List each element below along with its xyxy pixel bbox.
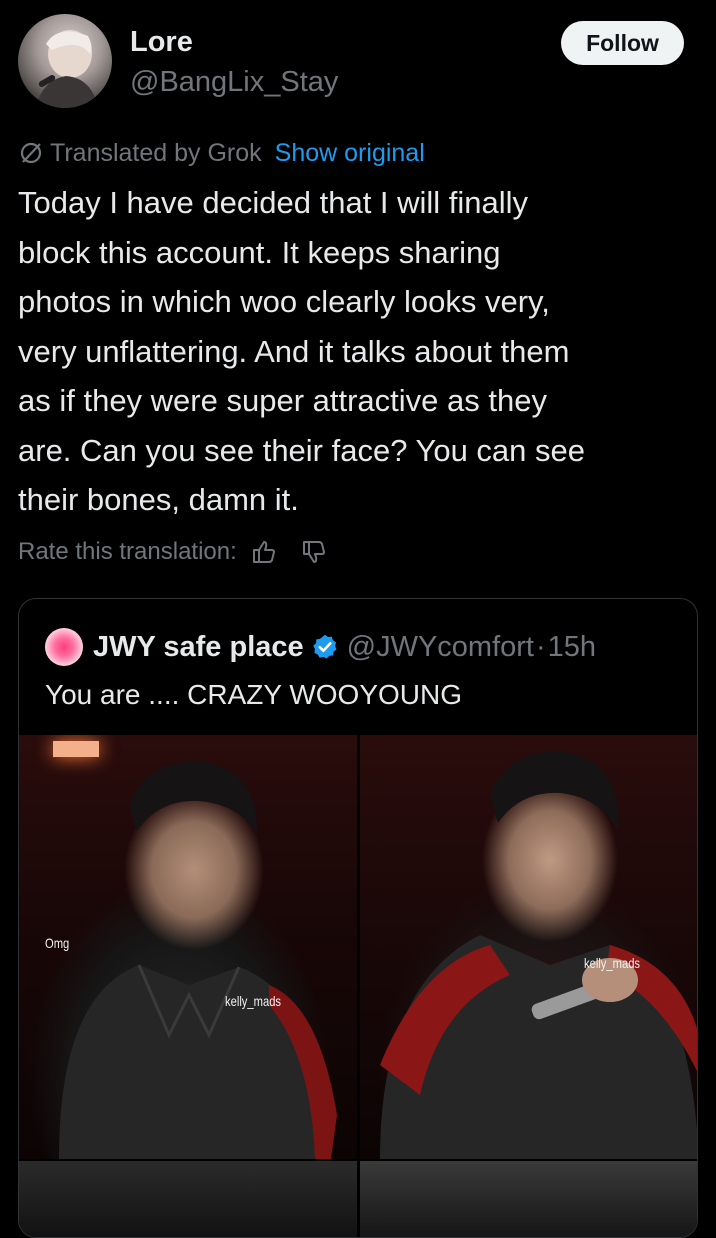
quoted-tweet-time[interactable]: 15h <box>548 631 596 664</box>
separator-dot: · <box>535 630 546 663</box>
quoted-author-handle[interactable]: @JWYcomfort <box>347 631 534 664</box>
quoted-tweet-header: JWY safe place @JWYcomfort · 15h <box>45 625 596 669</box>
quoted-media-image-left[interactable]: Omg kelly_mads <box>19 735 357 1159</box>
author-handle[interactable]: @BangLix_Stay <box>130 66 338 99</box>
tweet-text: Today I have decided that I will finally… <box>18 185 586 517</box>
author-avatar[interactable] <box>18 14 112 108</box>
avatar-photo <box>36 30 98 108</box>
translated-by-label: Translated by Grok <box>50 138 262 167</box>
thumbs-down-icon[interactable] <box>301 539 327 565</box>
rate-translation-label: Rate this translation: <box>18 538 237 565</box>
show-original-link[interactable]: Show original <box>275 139 425 168</box>
author-display-name[interactable]: Lore <box>130 26 193 59</box>
performer-silhouette-right <box>380 751 697 1159</box>
follow-button[interactable]: Follow <box>561 21 684 65</box>
quoted-author-display-name[interactable]: JWY safe place <box>93 631 304 664</box>
translation-row: Translated by Grok Show original <box>18 136 425 170</box>
performer-silhouette-left <box>59 761 337 1159</box>
verified-badge-icon <box>312 634 337 659</box>
rate-translation-row: Rate this translation: <box>18 532 327 572</box>
thumbs-up-icon[interactable] <box>251 539 277 565</box>
photo-overlay-watermark-left: kelly_mads <box>225 993 282 1009</box>
quoted-author-avatar[interactable] <box>45 628 83 666</box>
grok-translate-icon <box>20 142 42 164</box>
photo-overlay-watermark-right: kelly_mads <box>584 955 641 971</box>
photo-overlay-text-omg: Omg <box>45 935 70 951</box>
quoted-tweet-text: You are .... CRAZY WOOYOUNG <box>45 679 463 710</box>
quoted-tweet-card[interactable]: JWY safe place @JWYcomfort · 15h You are… <box>18 598 698 1238</box>
quoted-media-image-right[interactable]: kelly_mads <box>360 735 697 1159</box>
